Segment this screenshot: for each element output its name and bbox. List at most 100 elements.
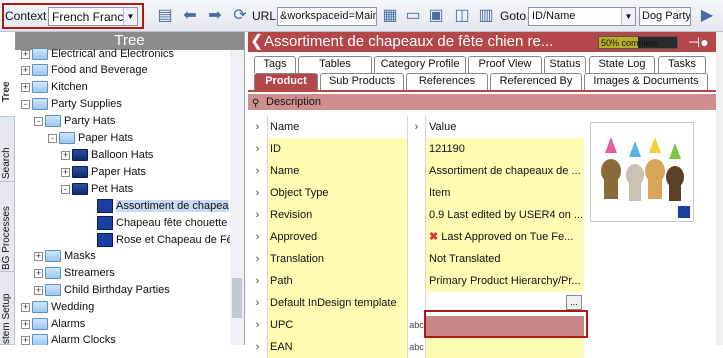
refresh-icon[interactable]: ⟳ [230, 6, 250, 26]
tree-item[interactable]: + Alarm Clocks [21, 332, 116, 345]
row-expander-icon[interactable]: › [248, 248, 268, 270]
expand-icon[interactable]: + [21, 82, 30, 92]
tree-panel: Tree + Electrical and Electronics + Food a… [15, 32, 245, 345]
image-nav-icon[interactable] [678, 206, 690, 218]
table-row[interactable]: › Approved ✖ Last Approved on Tue Fe... [248, 226, 584, 248]
expand-icon[interactable]: + [34, 285, 43, 295]
go-icon[interactable]: ▶ [697, 6, 717, 26]
row-expander-icon[interactable]: › [248, 182, 268, 204]
pin-icon[interactable]: ⊣● [688, 32, 709, 52]
expand-icon[interactable]: + [61, 167, 70, 177]
calendar-icon[interactable]: ▥ [476, 6, 496, 26]
tab-referenced-by[interactable]: Referenced By [490, 73, 582, 90]
tree-item[interactable]: + Kitchen [21, 79, 88, 96]
expand-icon[interactable]: + [21, 319, 30, 329]
collapse-icon[interactable]: - [61, 184, 70, 194]
folder-icon [32, 98, 48, 111]
row-expander-icon[interactable]: › [248, 292, 268, 314]
table-row[interactable]: › Translation Not Translated [248, 248, 584, 270]
column-header-name[interactable]: Name [268, 116, 408, 138]
tree-item[interactable]: + Food and Beverage [21, 62, 148, 79]
back-chevron-icon[interactable]: ❮ [250, 32, 263, 52]
tree-scrollbar[interactable] [230, 50, 244, 345]
table-row[interactable]: › Path Primary Product Hierarchy/Pr... [248, 270, 584, 292]
tab-category-profile[interactable]: Category Profile [374, 56, 466, 73]
layout-icon[interactable]: ▦ [380, 6, 400, 26]
tree-item[interactable]: Chapeau fête chouette [97, 215, 227, 232]
tree-item[interactable]: + Alarms [21, 316, 85, 333]
tab-search[interactable]: Search [0, 117, 15, 182]
tab-tree[interactable]: Tree [0, 32, 15, 117]
tree-item[interactable]: + Child Birthday Parties [34, 282, 170, 299]
table-row[interactable]: › Object Type Item [248, 182, 584, 204]
expand-icon[interactable]: + [21, 335, 30, 345]
collapse-icon[interactable]: - [34, 116, 43, 126]
expand-icon[interactable]: + [21, 65, 30, 75]
expand-icon[interactable]: + [34, 251, 43, 261]
row-expander-icon[interactable]: › [248, 226, 268, 248]
detail-scrollbar[interactable] [716, 32, 723, 345]
comment-icon[interactable]: ▭ [403, 6, 423, 26]
tree-item[interactable]: - Party Hats [34, 113, 115, 130]
row-expander-icon[interactable]: › [248, 160, 268, 182]
url-field[interactable]: &workspaceid=Main [277, 7, 377, 26]
approved-value[interactable]: ✖ Last Approved on Tue Fe... [426, 226, 584, 248]
tab-images-documents[interactable]: Images & Documents [584, 73, 708, 90]
browse-button[interactable]: ... [566, 295, 582, 310]
tab-tags[interactable]: Tags [254, 56, 296, 73]
context-select[interactable]: French France ▼ [48, 7, 138, 26]
tree-item[interactable]: Rose et Chapeau de Fê [97, 232, 233, 249]
tab-tasks[interactable]: Tasks [658, 56, 706, 73]
chevron-down-icon: ▼ [621, 8, 635, 25]
expand-icon[interactable]: + [61, 150, 70, 160]
expand-icon[interactable]: + [21, 49, 30, 59]
tree-item-selected[interactable]: Assortiment de chapea [97, 198, 229, 215]
tree-item[interactable]: + Balloon Hats [61, 147, 153, 164]
tab-status[interactable]: Status [544, 56, 586, 73]
table-row[interactable]: › ID 121190 [248, 138, 584, 160]
tree-item[interactable]: + Streamers [34, 265, 115, 282]
forward-arrow-icon[interactable]: ➡ [205, 6, 225, 26]
tab-tables[interactable]: Tables [298, 56, 372, 73]
tab-proof-view[interactable]: Proof View [468, 56, 542, 73]
dual-pane-icon[interactable]: ◫ [452, 6, 472, 26]
tab-product[interactable]: Product [254, 73, 318, 90]
tab-system-setup[interactable]: stem Setup [0, 272, 15, 345]
column-header-value[interactable]: Value [426, 116, 584, 138]
expand-icon[interactable]: + [21, 302, 30, 312]
tree-item[interactable]: - Pet Hats [61, 181, 133, 198]
tab-references[interactable]: References [406, 73, 488, 90]
goto-input[interactable]: Dog Party [639, 7, 691, 26]
folder-icon [59, 132, 75, 145]
view-icon[interactable]: ▣ [426, 6, 446, 26]
column-header-flag[interactable]: › [408, 116, 426, 138]
row-expander-icon[interactable]: › [248, 314, 268, 336]
product-thumbnail[interactable] [590, 122, 694, 222]
goto-type-select[interactable]: ID/Name ▼ [528, 7, 636, 26]
tree-item[interactable]: - Paper Hats [48, 130, 133, 147]
row-expander-icon[interactable]: › [248, 138, 268, 160]
tree-item[interactable]: - Party Supplies [21, 96, 122, 113]
table-row[interactable]: › Revision 0.9 Last edited by USER4 on .… [248, 204, 584, 226]
url-label: URL [252, 9, 277, 23]
tree-item[interactable]: + Electrical and Electronics [21, 46, 174, 63]
back-arrow-icon[interactable]: ⬅ [180, 6, 200, 26]
workspace-icon[interactable]: ▤ [155, 6, 175, 26]
tab-sub-products[interactable]: Sub Products [320, 73, 404, 90]
table-row[interactable]: › EAN abc [248, 336, 584, 358]
row-expander-icon[interactable]: › [248, 270, 268, 292]
collapse-icon[interactable]: - [21, 99, 30, 109]
tree-item[interactable]: + Wedding [21, 299, 94, 316]
tree-item[interactable]: + Paper Hats [61, 164, 146, 181]
expand-all-icon[interactable]: › [248, 116, 268, 138]
expand-icon[interactable]: + [34, 268, 43, 278]
table-row[interactable]: › Name Assortiment de chapeaux de ... [248, 160, 584, 182]
collapse-icon[interactable]: - [48, 133, 57, 143]
row-expander-icon[interactable]: › [248, 204, 268, 226]
scrollbar-thumb[interactable] [232, 278, 242, 318]
tree-item[interactable]: + Masks [34, 248, 96, 265]
row-expander-icon[interactable]: › [248, 336, 268, 358]
tab-bg-processes[interactable]: BG Processes [0, 182, 15, 272]
tab-state-log[interactable]: State Log [589, 56, 655, 73]
description-section-header[interactable]: ⚲ Description [248, 94, 716, 110]
